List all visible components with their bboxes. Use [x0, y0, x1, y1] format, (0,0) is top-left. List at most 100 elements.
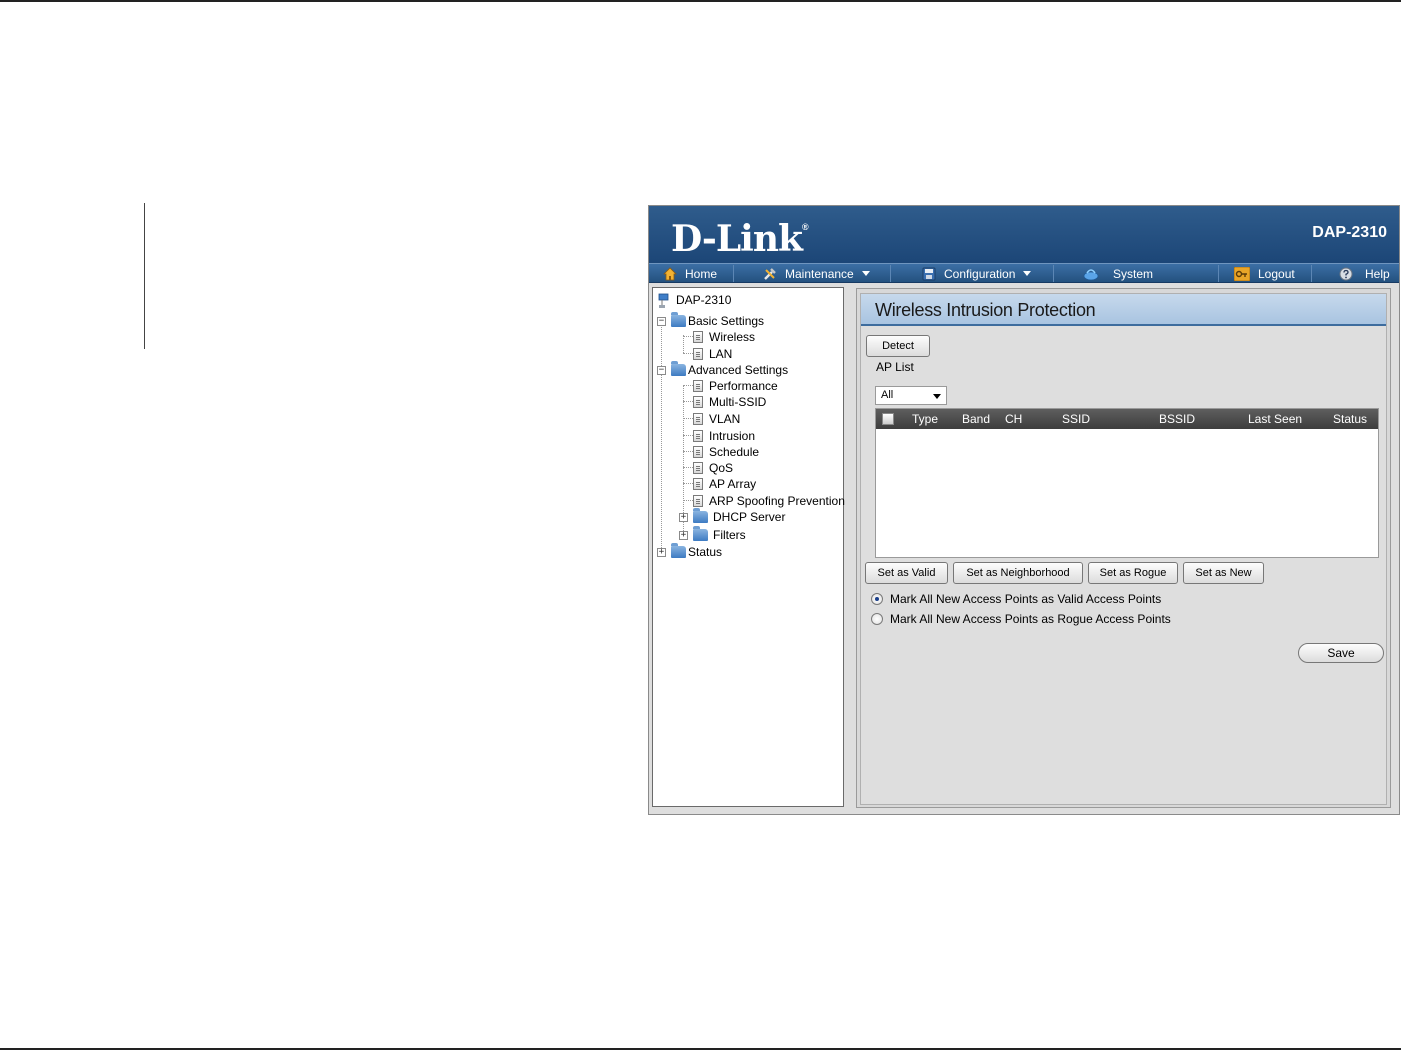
- nav-separator: [1311, 265, 1312, 282]
- nav-configuration-label: Configuration: [944, 266, 1016, 281]
- tree-item-vlan[interactable]: VLAN: [693, 412, 740, 426]
- nav-system-label: System: [1113, 266, 1154, 281]
- radio-mark-rogue[interactable]: Mark All New Access Points as Rogue Acce…: [871, 612, 1171, 626]
- ap-filter-value: All: [881, 389, 894, 401]
- tree-root-device[interactable]: DAP-2310: [658, 293, 732, 308]
- folder-icon: [693, 508, 708, 523]
- nav-help[interactable]: Help: [1339, 264, 1390, 283]
- nav-maintenance[interactable]: Maintenance: [763, 264, 870, 283]
- tree-item-arp-spoofing[interactable]: ARP Spoofing Prevention: [693, 494, 845, 508]
- nav-separator: [733, 265, 734, 282]
- tree-item-performance[interactable]: Performance: [693, 379, 778, 393]
- tree-item-schedule-label: Schedule: [709, 445, 760, 459]
- page-top-rule: [0, 0, 1401, 2]
- tree-item-lan-label: LAN: [709, 347, 733, 361]
- content-panel: Wireless Intrusion Protection Detect AP …: [860, 293, 1387, 805]
- brand-header: D-Link® DAP-2310: [649, 206, 1399, 263]
- nav-home-label: Home: [685, 266, 718, 281]
- tree-filters[interactable]: Filters: [693, 526, 746, 542]
- tree-root-label: DAP-2310: [676, 293, 732, 307]
- tree-item-qos[interactable]: QoS: [693, 461, 733, 475]
- col-status: Status: [1333, 412, 1368, 426]
- page-icon: [693, 396, 703, 408]
- tree-dhcp-server[interactable]: DHCP Server: [693, 508, 786, 524]
- top-nav-bar: Home Maintenance Configuration System Lo…: [649, 263, 1399, 283]
- expand-toggle[interactable]: +: [679, 513, 688, 522]
- col-bssid: BSSID: [1159, 412, 1196, 426]
- device-icon: [658, 293, 672, 308]
- radio-button-selected[interactable]: [871, 593, 883, 605]
- tree-guide: [683, 353, 693, 354]
- folder-icon: [671, 361, 686, 376]
- select-all-checkbox[interactable]: [882, 413, 894, 425]
- help-icon: [1339, 267, 1353, 281]
- tree-guide: [683, 418, 693, 419]
- nav-home[interactable]: Home: [663, 264, 717, 283]
- tree-basic-settings[interactable]: Basic Settings: [671, 312, 764, 328]
- ap-list-label: AP List: [876, 360, 914, 374]
- content-frame: Wireless Intrusion Protection Detect AP …: [856, 288, 1391, 808]
- detect-button[interactable]: Detect: [866, 335, 930, 357]
- tree-dhcp-server-label: DHCP Server: [713, 510, 786, 524]
- page-icon: [693, 413, 703, 425]
- tree-status[interactable]: Status: [671, 543, 723, 559]
- nav-configuration[interactable]: Configuration: [922, 264, 1032, 283]
- save-button[interactable]: Save: [1298, 643, 1384, 663]
- page-icon: [693, 430, 703, 442]
- tree-item-multi-ssid[interactable]: Multi-SSID: [693, 395, 766, 409]
- tree-item-intrusion[interactable]: Intrusion: [693, 429, 755, 443]
- page-icon: [693, 380, 703, 392]
- col-band: Band: [962, 412, 991, 426]
- tree-guide: [683, 336, 693, 337]
- col-ch: CH: [1005, 412, 1023, 426]
- tree-guide: [683, 467, 693, 468]
- ap-filter-select[interactable]: All: [875, 386, 947, 405]
- tree-advanced-settings-label: Advanced Settings: [688, 363, 789, 377]
- tree-item-wireless-label: Wireless: [709, 330, 756, 344]
- page-icon: [693, 446, 703, 458]
- tree-guide: [683, 335, 684, 353]
- set-valid-button[interactable]: Set as Valid: [865, 562, 948, 584]
- tree-item-schedule[interactable]: Schedule: [693, 445, 759, 459]
- tree-status-label: Status: [688, 545, 723, 559]
- radio-mark-valid-label: Mark All New Access Points as Valid Acce…: [890, 592, 1162, 606]
- tree-item-multi-ssid-label: Multi-SSID: [709, 395, 767, 409]
- tree-guide: [683, 401, 693, 402]
- nav-system[interactable]: System: [1083, 264, 1153, 283]
- tools-icon: [763, 267, 777, 281]
- page-icon: [693, 478, 703, 490]
- tree-filters-label: Filters: [713, 528, 746, 542]
- ap-list-header: Type Band CH SSID BSSID Last Seen Status: [876, 409, 1378, 429]
- tree-item-wireless[interactable]: Wireless: [693, 330, 755, 344]
- nav-help-label: Help: [1365, 266, 1390, 281]
- set-new-button[interactable]: Set as New: [1183, 562, 1264, 584]
- set-neighborhood-button[interactable]: Set as Neighborhood: [953, 562, 1083, 584]
- page-bottom-rule: [0, 1048, 1401, 1050]
- tree-item-lan[interactable]: LAN: [693, 347, 732, 361]
- chevron-down-icon: [1023, 271, 1032, 276]
- col-type: Type: [912, 412, 939, 426]
- page-icon: [693, 348, 703, 360]
- col-ssid: SSID: [1062, 412, 1091, 426]
- tree-guide: [683, 483, 693, 484]
- radio-button[interactable]: [871, 613, 883, 625]
- collapse-toggle[interactable]: −: [657, 317, 666, 326]
- collapse-toggle[interactable]: −: [657, 366, 666, 375]
- model-name: DAP-2310: [1312, 224, 1387, 241]
- tree-item-ap-array[interactable]: AP Array: [693, 477, 756, 491]
- radio-mark-valid[interactable]: Mark All New Access Points as Valid Acce…: [871, 592, 1161, 606]
- col-last-seen: Last Seen: [1248, 412, 1303, 426]
- chevron-down-icon: [933, 394, 941, 399]
- folder-icon: [671, 312, 686, 327]
- folder-icon: [671, 543, 686, 558]
- tree-guide: [683, 451, 693, 452]
- nav-maintenance-label: Maintenance: [785, 266, 854, 281]
- tree-advanced-settings[interactable]: Advanced Settings: [671, 361, 789, 377]
- page-icon: [693, 331, 703, 343]
- page-title: Wireless Intrusion Protection: [861, 294, 1386, 326]
- expand-toggle[interactable]: +: [679, 531, 688, 540]
- nav-logout[interactable]: Logout: [1233, 264, 1295, 283]
- tree-item-performance-label: Performance: [709, 379, 778, 393]
- set-rogue-button[interactable]: Set as Rogue: [1088, 562, 1178, 584]
- expand-toggle[interactable]: +: [657, 548, 666, 557]
